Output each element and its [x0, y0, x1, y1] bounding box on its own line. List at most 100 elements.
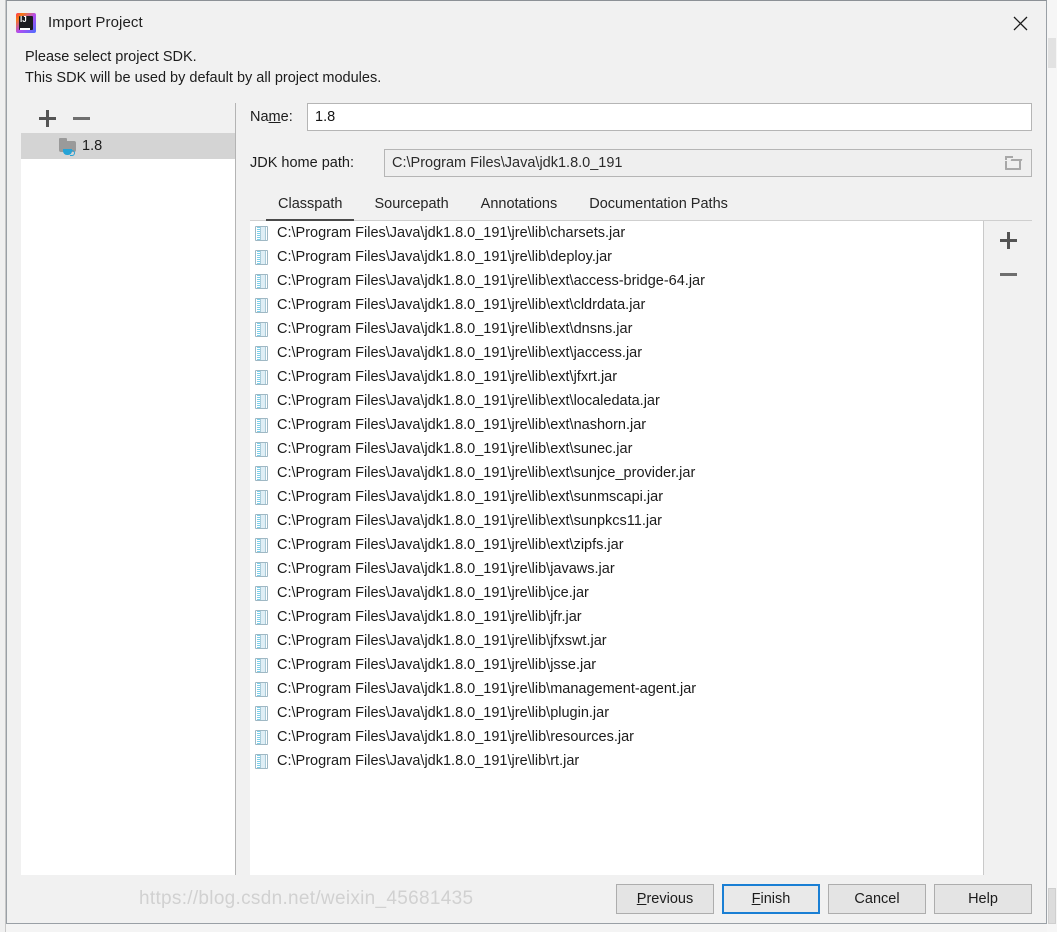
- classpath-entry-label: C:\Program Files\Java\jdk1.8.0_191\jre\l…: [277, 561, 615, 577]
- classpath-row[interactable]: C:\Program Files\Java\jdk1.8.0_191\jre\l…: [250, 269, 983, 293]
- jar-file-icon: [255, 633, 268, 649]
- classpath-row[interactable]: C:\Program Files\Java\jdk1.8.0_191\jre\l…: [250, 413, 983, 437]
- background-scrollbar-top[interactable]: [1048, 38, 1056, 68]
- jar-file-icon: [255, 753, 268, 769]
- jdk-home-path-value: C:\Program Files\Java\jdk1.8.0_191: [392, 155, 623, 171]
- add-sdk-button[interactable]: [39, 109, 56, 127]
- sdk-tabs: Classpath Sourcepath Annotations Documen…: [250, 187, 1032, 221]
- background-scrollbar-bottom[interactable]: [1048, 888, 1056, 924]
- screen: IJ Import Project Please select project …: [0, 0, 1057, 932]
- jar-file-icon: [255, 321, 268, 337]
- classpath-entry-label: C:\Program Files\Java\jdk1.8.0_191\jre\l…: [277, 729, 635, 745]
- jar-file-icon: [255, 561, 268, 577]
- classpath-entry-label: C:\Program Files\Java\jdk1.8.0_191\jre\l…: [277, 249, 613, 265]
- classpath-row[interactable]: C:\Program Files\Java\jdk1.8.0_191\jre\l…: [250, 221, 983, 245]
- cancel-button[interactable]: Cancel: [828, 884, 926, 914]
- description-line-1: Please select project SDK.: [25, 49, 197, 65]
- jdk-home-path-input[interactable]: C:\Program Files\Java\jdk1.8.0_191: [384, 149, 1032, 177]
- classpath-entry-label: C:\Program Files\Java\jdk1.8.0_191\jre\l…: [277, 225, 626, 241]
- classpath-entry-label: C:\Program Files\Java\jdk1.8.0_191\jre\l…: [277, 609, 582, 625]
- jar-file-icon: [255, 489, 268, 505]
- dialog-description: Please select project SDK. This SDK will…: [7, 44, 1046, 89]
- classpath-row[interactable]: C:\Program Files\Java\jdk1.8.0_191\jre\l…: [250, 581, 983, 605]
- background-right-edge: [1047, 0, 1057, 932]
- jar-file-icon: [255, 729, 268, 745]
- folder-browse-icon[interactable]: [1005, 156, 1023, 170]
- classpath-row[interactable]: C:\Program Files\Java\jdk1.8.0_191\jre\l…: [250, 317, 983, 341]
- classpath-row[interactable]: C:\Program Files\Java\jdk1.8.0_191\jre\l…: [250, 293, 983, 317]
- classpath-entry-label: C:\Program Files\Java\jdk1.8.0_191\jre\l…: [277, 393, 660, 409]
- jdk-home-path-row: JDK home path: C:\Program Files\Java\jdk…: [250, 149, 1032, 177]
- classpath-row[interactable]: C:\Program Files\Java\jdk1.8.0_191\jre\l…: [250, 653, 983, 677]
- jar-file-icon: [255, 705, 268, 721]
- classpath-entry-label: C:\Program Files\Java\jdk1.8.0_191\jre\l…: [277, 465, 696, 481]
- jar-file-icon: [255, 273, 268, 289]
- tab-sourcepath[interactable]: Sourcepath: [358, 196, 464, 220]
- close-icon[interactable]: [1007, 10, 1033, 36]
- jar-file-icon: [255, 345, 268, 361]
- intellij-idea-logo-icon: IJ: [16, 12, 36, 33]
- classpath-row[interactable]: C:\Program Files\Java\jdk1.8.0_191\jre\l…: [250, 725, 983, 749]
- tab-annotations[interactable]: Annotations: [465, 196, 574, 220]
- jar-file-icon: [255, 369, 268, 385]
- sdk-list[interactable]: 1.8: [21, 133, 235, 875]
- tab-documentation-paths[interactable]: Documentation Paths: [573, 196, 744, 220]
- classpath-entry-label: C:\Program Files\Java\jdk1.8.0_191\jre\l…: [277, 585, 589, 601]
- classpath-entry-label: C:\Program Files\Java\jdk1.8.0_191\jre\l…: [277, 537, 624, 553]
- classpath-entry-label: C:\Program Files\Java\jdk1.8.0_191\jre\l…: [277, 753, 580, 769]
- finish-button[interactable]: Finish: [722, 884, 820, 914]
- classpath-entry-label: C:\Program Files\Java\jdk1.8.0_191\jre\l…: [277, 369, 618, 385]
- add-classpath-entry-button[interactable]: [999, 232, 1017, 249]
- jar-file-icon: [255, 537, 268, 553]
- classpath-row[interactable]: C:\Program Files\Java\jdk1.8.0_191\jre\l…: [250, 749, 983, 773]
- classpath-row[interactable]: C:\Program Files\Java\jdk1.8.0_191\jre\l…: [250, 557, 983, 581]
- classpath-row[interactable]: C:\Program Files\Java\jdk1.8.0_191\jre\l…: [250, 245, 983, 269]
- classpath-area: C:\Program Files\Java\jdk1.8.0_191\jre\l…: [250, 221, 1032, 875]
- classpath-list[interactable]: C:\Program Files\Java\jdk1.8.0_191\jre\l…: [250, 221, 984, 875]
- classpath-row[interactable]: C:\Program Files\Java\jdk1.8.0_191\jre\l…: [250, 605, 983, 629]
- remove-classpath-entry-button[interactable]: [999, 266, 1017, 283]
- watermark-text: https://blog.csdn.net/weixin_45681435: [139, 888, 474, 909]
- classpath-row[interactable]: C:\Program Files\Java\jdk1.8.0_191\jre\l…: [250, 629, 983, 653]
- sdk-sidebar: 1.8: [21, 103, 236, 875]
- jar-file-icon: [255, 297, 268, 313]
- classpath-row[interactable]: C:\Program Files\Java\jdk1.8.0_191\jre\l…: [250, 533, 983, 557]
- jar-file-icon: [255, 249, 268, 265]
- classpath-row[interactable]: C:\Program Files\Java\jdk1.8.0_191\jre\l…: [250, 365, 983, 389]
- classpath-entry-label: C:\Program Files\Java\jdk1.8.0_191\jre\l…: [277, 345, 643, 361]
- sdk-list-item-label: 1.8: [82, 138, 103, 154]
- jar-file-icon: [255, 465, 268, 481]
- classpath-row[interactable]: C:\Program Files\Java\jdk1.8.0_191\jre\l…: [250, 461, 983, 485]
- dialog-footer: https://blog.csdn.net/weixin_45681435 Pr…: [7, 875, 1046, 923]
- classpath-toolbar: [984, 221, 1032, 875]
- classpath-row[interactable]: C:\Program Files\Java\jdk1.8.0_191\jre\l…: [250, 341, 983, 365]
- remove-sdk-button[interactable]: [73, 110, 90, 127]
- name-field-row: Name: 1.8: [250, 103, 1032, 131]
- classpath-row[interactable]: C:\Program Files\Java\jdk1.8.0_191\jre\l…: [250, 701, 983, 725]
- classpath-entry-label: C:\Program Files\Java\jdk1.8.0_191\jre\l…: [277, 657, 597, 673]
- tab-classpath[interactable]: Classpath: [262, 196, 358, 221]
- classpath-entry-label: C:\Program Files\Java\jdk1.8.0_191\jre\l…: [277, 297, 646, 313]
- classpath-row[interactable]: C:\Program Files\Java\jdk1.8.0_191\jre\l…: [250, 509, 983, 533]
- name-input[interactable]: 1.8: [307, 103, 1032, 131]
- classpath-row[interactable]: C:\Program Files\Java\jdk1.8.0_191\jre\l…: [250, 389, 983, 413]
- jdk-home-path-label: JDK home path:: [250, 155, 354, 171]
- previous-button[interactable]: Previous: [616, 884, 714, 914]
- jar-file-icon: [255, 441, 268, 457]
- help-button[interactable]: Help: [934, 884, 1032, 914]
- dialog-titlebar: IJ Import Project: [7, 1, 1046, 44]
- java-sdk-folder-icon: [59, 137, 77, 156]
- sidebar-item-sdk-1-8[interactable]: 1.8: [21, 133, 235, 159]
- jar-file-icon: [255, 585, 268, 601]
- jar-file-icon: [255, 609, 268, 625]
- description-line-2: This SDK will be used by default by all …: [25, 70, 382, 86]
- jar-file-icon: [255, 657, 268, 673]
- classpath-entry-label: C:\Program Files\Java\jdk1.8.0_191\jre\l…: [277, 417, 647, 433]
- classpath-entry-label: C:\Program Files\Java\jdk1.8.0_191\jre\l…: [277, 633, 607, 649]
- classpath-entry-label: C:\Program Files\Java\jdk1.8.0_191\jre\l…: [277, 321, 633, 337]
- classpath-row[interactable]: C:\Program Files\Java\jdk1.8.0_191\jre\l…: [250, 485, 983, 509]
- jar-file-icon: [255, 417, 268, 433]
- classpath-row[interactable]: C:\Program Files\Java\jdk1.8.0_191\jre\l…: [250, 677, 983, 701]
- dialog-title: Import Project: [48, 14, 143, 31]
- classpath-row[interactable]: C:\Program Files\Java\jdk1.8.0_191\jre\l…: [250, 437, 983, 461]
